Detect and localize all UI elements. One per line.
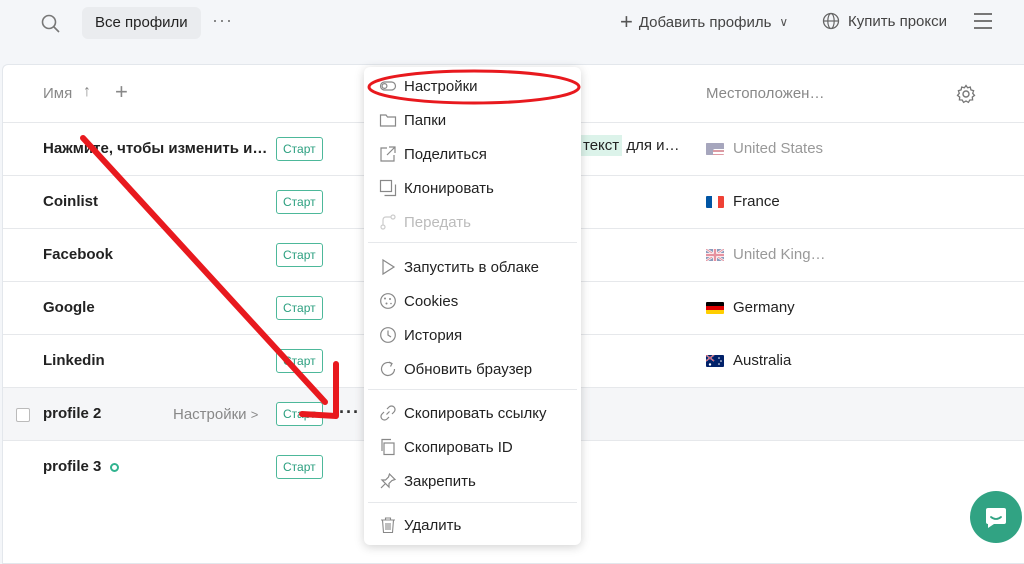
menu-item-copy-id[interactable]: Скопировать ID: [364, 432, 581, 462]
more-options-icon[interactable]: ···: [212, 10, 233, 31]
add-profile-label: Добавить профиль: [638, 13, 772, 31]
menu-divider: [368, 389, 577, 390]
cookie-icon: [380, 293, 396, 309]
flag-de-icon: [706, 301, 724, 314]
support-chat-button[interactable]: [970, 491, 1022, 543]
chevron-down-icon[interactable]: ∨: [779, 15, 788, 29]
menu-item-copy-link[interactable]: Скопировать ссылку: [364, 398, 581, 428]
profile-name[interactable]: Нажмите, чтобы изменить и…: [43, 140, 267, 157]
menu-divider: [368, 502, 577, 503]
plus-icon: +: [620, 9, 633, 34]
refresh-icon: [380, 361, 396, 377]
start-button[interactable]: Старт: [276, 402, 323, 426]
profile-location: France: [706, 193, 780, 210]
flag-au-icon: [706, 354, 724, 367]
profile-name[interactable]: Coinlist: [43, 193, 98, 210]
profile-name[interactable]: Google: [43, 299, 95, 316]
profile-location: United States: [706, 140, 823, 157]
row-checkbox[interactable]: [16, 408, 30, 422]
chevron-right-icon: >: [250, 407, 259, 422]
flag-us-icon: [706, 142, 724, 155]
row-settings-link[interactable]: Настройки >: [173, 406, 258, 423]
menu-icon[interactable]: [974, 13, 992, 31]
profile-location: United King…: [706, 246, 826, 263]
profile-name[interactable]: profile 2: [43, 405, 101, 422]
menu-item-clone[interactable]: Клонировать: [364, 173, 581, 203]
menu-item-update-browser[interactable]: Обновить браузер: [364, 354, 581, 384]
buy-proxy-label: Купить прокси: [848, 12, 948, 30]
play-icon: [382, 258, 396, 276]
menu-item-transfer: Передать: [364, 207, 581, 237]
profile-name[interactable]: profile 3: [43, 458, 101, 475]
flag-uk-icon: [706, 248, 724, 261]
menu-item-delete[interactable]: Удалить: [364, 510, 581, 540]
status-dot-icon: [110, 463, 119, 472]
globe-icon: [822, 12, 840, 30]
share-icon: [380, 146, 396, 162]
column-header-location[interactable]: Местоположен…: [706, 85, 824, 102]
transfer-icon: [380, 214, 396, 230]
menu-item-folders[interactable]: Папки: [364, 105, 581, 135]
clone-icon: [379, 179, 397, 197]
start-button[interactable]: Старт: [276, 455, 323, 479]
row-more-icon[interactable]: ···: [339, 402, 360, 423]
menu-item-settings[interactable]: Настройки: [364, 71, 581, 101]
profile-context-menu: Настройки Папки Поделиться Клонировать П…: [364, 67, 581, 545]
start-button[interactable]: Старт: [276, 137, 323, 161]
add-profile-button[interactable]: + Добавить профиль ∨: [620, 9, 788, 34]
add-column-icon[interactable]: +: [115, 79, 128, 105]
menu-item-launch-cloud[interactable]: Запустить в облаке: [364, 252, 581, 282]
profile-name[interactable]: Facebook: [43, 246, 113, 263]
trash-icon: [381, 517, 395, 534]
menu-item-pin[interactable]: Закрепить: [364, 466, 581, 496]
gear-icon[interactable]: [955, 83, 977, 105]
profile-location: Australia: [706, 352, 791, 369]
copy-icon: [381, 438, 395, 456]
menu-divider: [368, 242, 577, 243]
sort-ascending-icon[interactable]: ↑: [83, 83, 91, 101]
folder-icon: [379, 114, 397, 127]
start-button[interactable]: Старт: [276, 243, 323, 267]
top-bar: Все профили ··· + Добавить профиль ∨ Куп…: [0, 0, 1024, 48]
link-icon: [380, 405, 396, 421]
column-header-name[interactable]: Имя: [43, 85, 72, 102]
menu-item-cookies[interactable]: Cookies: [364, 286, 581, 316]
buy-proxy-button[interactable]: Купить прокси: [822, 12, 947, 30]
toggle-icon: [379, 81, 397, 91]
menu-item-history[interactable]: История: [364, 320, 581, 350]
start-button[interactable]: Старт: [276, 296, 323, 320]
search-icon[interactable]: [40, 13, 62, 35]
chat-icon: [986, 508, 1006, 528]
flag-fr-icon: [706, 195, 724, 208]
pin-icon: [380, 472, 397, 489]
all-profiles-filter[interactable]: Все профили: [82, 7, 201, 39]
menu-item-share[interactable]: Поделиться: [364, 139, 581, 169]
start-button[interactable]: Старт: [276, 190, 323, 214]
start-button[interactable]: Старт: [276, 349, 323, 373]
history-icon: [380, 327, 396, 343]
profile-tag: текст для и…: [580, 135, 680, 156]
profile-location: Germany: [706, 299, 795, 316]
profile-name[interactable]: Linkedin: [43, 352, 105, 369]
